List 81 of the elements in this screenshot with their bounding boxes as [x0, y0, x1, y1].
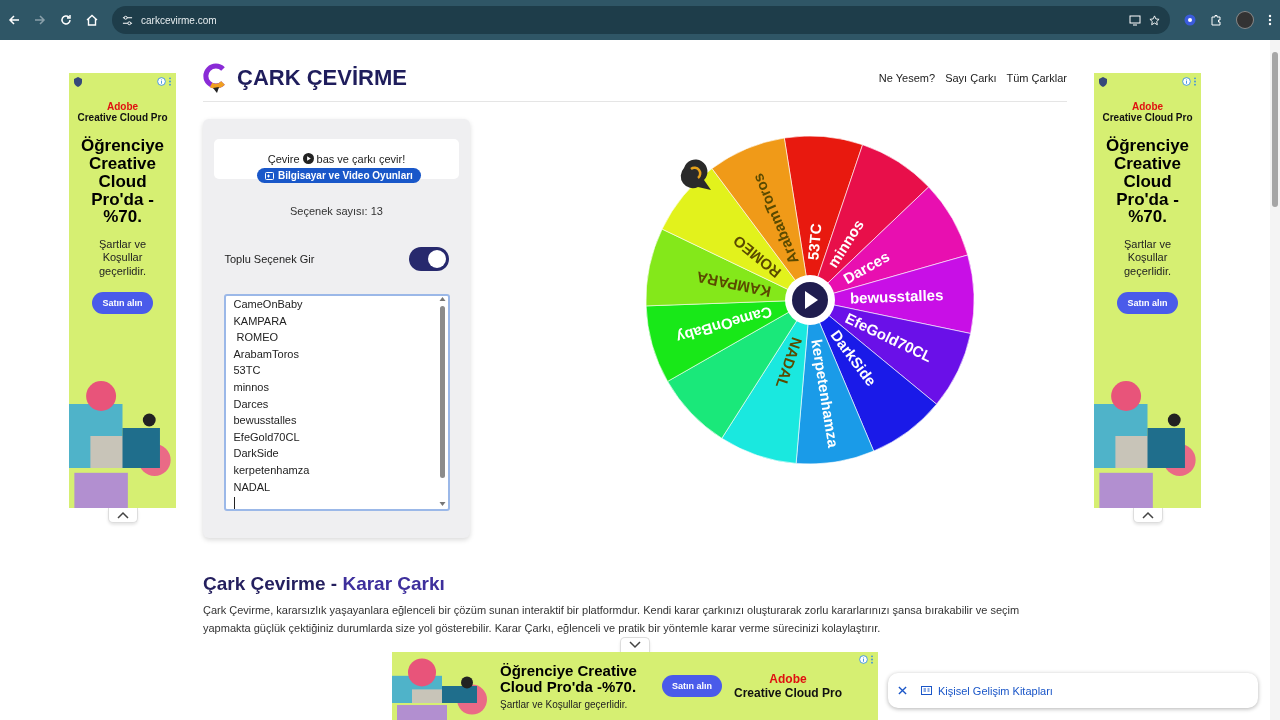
bulk-entry-toggle[interactable] [408, 247, 449, 271]
category-badge[interactable]: Bilgisayar ve Video Oyunları [257, 168, 421, 183]
page-scrollbar[interactable] [1270, 40, 1280, 720]
ad-brand: Adobe [106, 101, 139, 112]
menu-icon[interactable] [1268, 14, 1272, 26]
option-count: Seçenek sayısı: 13 [290, 205, 383, 217]
collapse-tab[interactable] [107, 508, 138, 523]
site-title[interactable]: ÇARK ÇEVİRME [237, 65, 407, 91]
ad-terms: Şartlar ve Koşullar geçerlidir. [97, 238, 148, 278]
ad-product: Creative Cloud Pro [734, 686, 843, 700]
play-icon [302, 153, 314, 164]
option-line: minnos [233, 379, 269, 395]
info-icon[interactable] [157, 77, 166, 86]
ad-brand: Adobe [769, 672, 807, 686]
logo-icon[interactable] [203, 63, 227, 93]
option-line: ROMEO [235, 330, 279, 346]
ad-banner[interactable]: Adobe Creative Cloud Pro Öğrenciye Creative Cloud Pro'da -%70. Şartlar ve Koşullar geçerlidir. Satın alın [69, 73, 176, 508]
ad-brand: Adobe [1131, 101, 1164, 112]
address-bar[interactable]: carkcevirme.com [112, 6, 1171, 34]
ad-banner[interactable]: Adobe Creative Cloud Pro Öğrenciye Creative Cloud Pro'da -%70. Şartlar ve Koşullar geçerlidir. Satın alın [1094, 73, 1201, 508]
back-icon[interactable] [8, 14, 20, 26]
profile-avatar[interactable] [1236, 11, 1254, 29]
info-icon[interactable] [859, 655, 868, 664]
star-icon[interactable] [1149, 14, 1161, 26]
section-heading: Çark Çevirme - Karar Çarkı [203, 573, 446, 595]
buy-button[interactable]: Satın alın [1117, 291, 1178, 314]
notification-card[interactable]: Kişisel Gelişim Kitapları [888, 673, 1258, 708]
nav-link[interactable]: Ne Yesem? [878, 72, 936, 84]
chevron-icon [629, 641, 641, 649]
chevron-icon [1141, 511, 1154, 519]
toggle-label: Toplu Seçenek Gir [224, 253, 315, 265]
ad-headline: Öğrenciye Creative Cloud Pro'da -%70. [500, 662, 638, 696]
option-line: EfeGold70CL [233, 429, 300, 445]
buy-button[interactable]: Satın alın [92, 291, 153, 314]
scrollbar[interactable] [437, 296, 447, 509]
scroll-up-icon[interactable] [438, 296, 446, 302]
forward-icon[interactable] [34, 14, 46, 26]
home-icon[interactable] [86, 14, 98, 26]
nav-link[interactable]: Tüm Çarklar [1006, 72, 1067, 84]
puzzle-icon[interactable] [1210, 14, 1223, 26]
ad-banner[interactable]: Öğrenciye Creative Cloud Pro'da -%70. Şartlar ve Koşullar geçerlidir. Satın alın Adobe Creative Cloud Pro [392, 652, 878, 720]
url-text: carkcevirme.com [141, 14, 218, 26]
segment-label: bewusstalles [849, 286, 944, 307]
ad-headline: Öğrenciye Creative Cloud Pro'da -%70. [79, 137, 166, 227]
shield-icon [73, 77, 83, 87]
option-line: bewusstalles [233, 413, 297, 429]
ad-product: Creative Cloud Pro [77, 112, 168, 123]
nav-link[interactable]: Sayı Çarkı [945, 72, 997, 84]
extension-icon[interactable] [1184, 14, 1197, 26]
option-line: 53TC [233, 363, 261, 379]
hint-text: Çevire [267, 153, 300, 165]
hint-text: bas ve çarkı çevir! [316, 153, 406, 165]
collapse-tab[interactable] [620, 637, 650, 652]
option-line: CameOnBaby [233, 297, 303, 312]
spin-button[interactable] [785, 275, 835, 325]
option-line: KAMPARA [233, 313, 287, 329]
option-line: NADAL [233, 479, 271, 495]
pointer-icon [680, 159, 711, 190]
option-line: ArabamToros [233, 346, 299, 362]
shield-icon [1098, 77, 1108, 87]
option-line: Darces [233, 396, 269, 412]
option-line: DarkSide [233, 446, 279, 462]
ad-terms: Şartlar ve Koşullar geçerlidir. [1122, 238, 1173, 278]
text-cursor [233, 497, 235, 509]
info-icon[interactable] [1182, 77, 1191, 86]
option-line: kerpetenhamza [233, 462, 310, 478]
book-icon [921, 686, 932, 695]
ad-terms: Şartlar ve Koşullar geçerlidir. [500, 698, 629, 710]
description-paragraph: Çark Çevirme, kararsızlık yaşayanlara eğlenceli bir çözüm sunan interaktif bir platformdur. Kendi karar çarkınızı oluşturarak zorlu kararlarınızı şansa bırakabilir ve seçim yapmakta güçlük çektiğiniz durumlarda size yol gösterebilir. Karar Çarkı, eğlenceli ve pratik bir yöntemle karar verme sürecinizi kolaylaştırır. [203, 603, 1021, 636]
close-icon[interactable] [898, 686, 907, 695]
collapse-tab[interactable] [1132, 508, 1163, 523]
site-info-icon[interactable] [122, 14, 133, 26]
reload-icon[interactable] [60, 14, 72, 26]
segment-label: 53TC [804, 222, 825, 261]
ad-product: Creative Cloud Pro [1102, 112, 1193, 123]
scroll-down-icon[interactable] [438, 501, 446, 507]
options-textarea[interactable]: CameOnBaby KAMPARA ROMEO ArabamToros 53TC minnos Darces bewusstalles EfeGold70CL DarkSide kerpetenhamza NADAL [223, 294, 450, 511]
ad-headline: Öğrenciye Creative Cloud Pro'da -%70. [1104, 137, 1191, 227]
buy-button[interactable]: Satın alın [662, 675, 722, 697]
chevron-icon [116, 511, 129, 519]
notification-link[interactable]: Kişisel Gelişim Kitapları [921, 684, 1053, 697]
